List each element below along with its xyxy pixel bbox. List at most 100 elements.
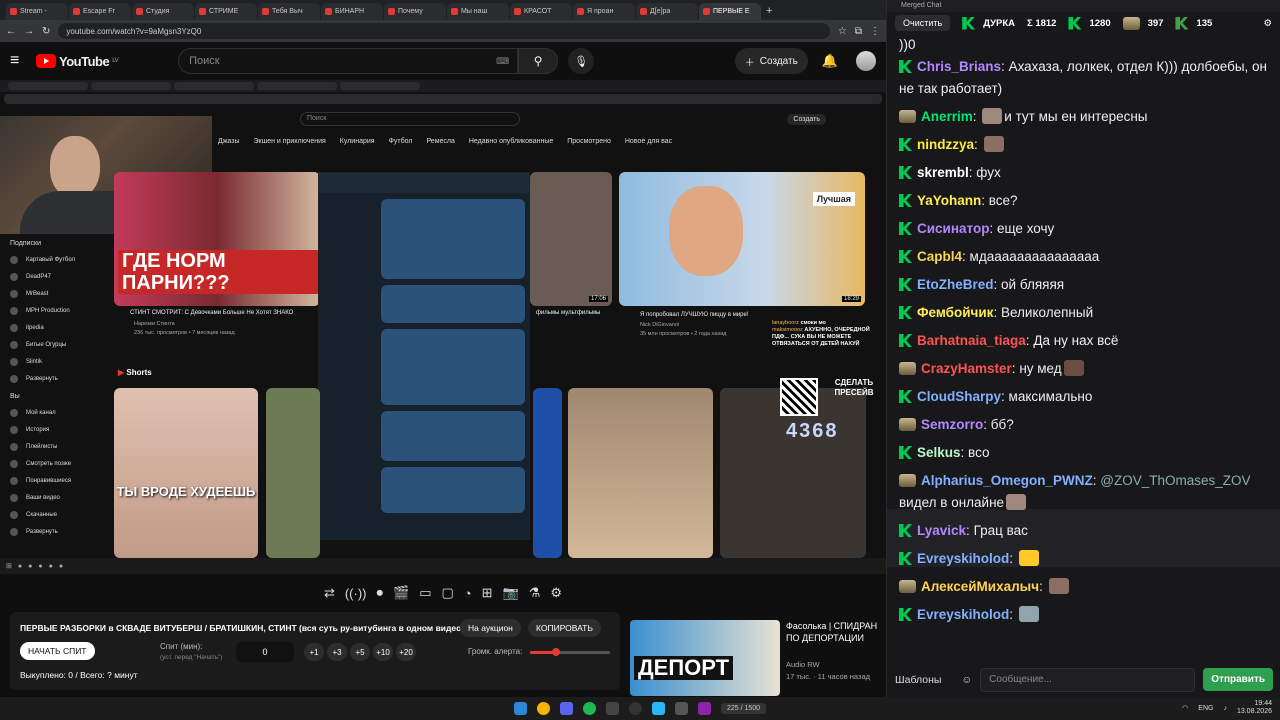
browser-tab[interactable]: Stream - bbox=[6, 3, 68, 20]
steam-icon[interactable] bbox=[605, 702, 619, 715]
avatar[interactable] bbox=[856, 51, 876, 71]
window-icon[interactable]: ▢ bbox=[441, 585, 453, 601]
chat-username: CrazyHamster bbox=[921, 361, 1012, 376]
clapper-icon[interactable]: 🎬 bbox=[393, 585, 409, 601]
sidebar-item-label: История bbox=[26, 426, 50, 433]
chat-message: skrembl: фух bbox=[899, 162, 1271, 184]
copy-button[interactable]: КОПИРОВАТЬ bbox=[528, 619, 601, 637]
obs-icon[interactable] bbox=[628, 702, 642, 715]
search-button[interactable]: ⚲ bbox=[518, 48, 559, 74]
volume-icon[interactable]: ♪ bbox=[1223, 705, 1227, 712]
message-input[interactable]: Сообщение... bbox=[980, 667, 1196, 692]
search-input[interactable]: Поиск ⌨ bbox=[178, 48, 519, 74]
increment-button[interactable]: +3 bbox=[327, 643, 347, 661]
stat-sub-value: 397 bbox=[1147, 17, 1164, 29]
create-button[interactable]: ＋ Создать bbox=[734, 48, 808, 74]
app-icon[interactable] bbox=[697, 702, 711, 715]
channel-avatar-icon bbox=[10, 289, 18, 298]
taskbar-app-icon: ● bbox=[38, 562, 43, 570]
gear-icon[interactable]: ⚙ bbox=[550, 585, 562, 601]
browser-tab[interactable]: КРАСОТ bbox=[510, 3, 572, 20]
browser-tab[interactable]: Тебя Выч bbox=[258, 3, 320, 20]
chat-username: Alpharius_Omegon_PWNZ bbox=[921, 473, 1093, 488]
system-tray: ◠ ENG ♪ 19:44 13.08.2026 bbox=[1182, 700, 1272, 716]
sidebar-item: Развернуть bbox=[0, 523, 110, 540]
tab-label: Почему bbox=[398, 8, 423, 15]
browser-tab[interactable]: Escape Fr bbox=[69, 3, 131, 20]
video-duration: 17:06 bbox=[588, 296, 608, 302]
start-button[interactable]: НАЧАТЬ СПИТ bbox=[20, 642, 95, 660]
chat-text: видел в онлайне bbox=[899, 495, 1005, 510]
settings-icon[interactable]: ⚙ bbox=[1263, 18, 1272, 29]
video-title: СТИНТ СМОТРИТ: С Девочками Больше Не Хот… bbox=[130, 310, 294, 316]
video-channel: Nick DiGiovanni bbox=[640, 322, 680, 328]
clock-date: 13.08.2026 bbox=[1236, 708, 1272, 715]
video-channel: Нарезки Стинта bbox=[134, 321, 175, 327]
browser-tab[interactable]: Студия bbox=[132, 3, 194, 20]
emote-icon bbox=[1063, 360, 1084, 376]
add-icon[interactable]: ⊞ bbox=[482, 585, 493, 601]
tab-favicon-icon bbox=[136, 8, 143, 15]
app-icon[interactable] bbox=[674, 702, 688, 715]
recommended-thumbnail[interactable]: ДЕПОРТ bbox=[630, 620, 780, 696]
browser-tab[interactable]: БИНАРН bbox=[321, 3, 383, 20]
lang-indicator[interactable]: ENG bbox=[1198, 705, 1213, 712]
tab-label: КРАСОТ bbox=[524, 8, 552, 15]
extensions-icon[interactable]: ⧉ bbox=[855, 26, 862, 37]
broadcast-icon[interactable]: ((·)) bbox=[345, 586, 367, 601]
youtube-logo[interactable]: YouTube LV bbox=[36, 54, 119, 69]
forward-icon[interactable]: → bbox=[24, 26, 34, 37]
keyboard-icon[interactable]: ⌨ bbox=[496, 56, 509, 67]
templates-button[interactable]: Шаблоны bbox=[895, 674, 941, 686]
emoji-icon[interactable]: ☺ bbox=[961, 674, 972, 686]
tab-label: Escape Fr bbox=[83, 8, 115, 15]
increment-button[interactable]: +1 bbox=[304, 643, 324, 661]
to-auction-button[interactable]: На аукцион bbox=[460, 619, 521, 637]
crop-icon[interactable]: ▭ bbox=[419, 585, 431, 601]
merged-chat-window: Merged Chat Очистить ДУРКА Σ 1812 1280 3… bbox=[886, 0, 1280, 697]
menu-icon[interactable]: ⋮ bbox=[870, 26, 880, 37]
clear-button[interactable]: Очистить bbox=[895, 15, 951, 31]
kick-icon bbox=[899, 446, 912, 459]
wifi-icon[interactable]: ◠ bbox=[1182, 704, 1188, 712]
clock[interactable]: 19:44 13.08.2026 bbox=[1237, 700, 1272, 716]
new-tab-icon[interactable]: + bbox=[766, 3, 772, 20]
send-button[interactable]: Отправить bbox=[1203, 668, 1273, 691]
camera-icon[interactable]: 📷 bbox=[503, 585, 519, 601]
hamburger-icon[interactable]: ≡ bbox=[10, 52, 36, 70]
discord-icon[interactable] bbox=[559, 702, 573, 715]
increment-button[interactable]: +10 bbox=[373, 643, 393, 661]
chat-message: CrazyHamster: ну мед bbox=[899, 358, 1271, 380]
url-field[interactable]: youtube.com/watch?v=9aMgsn3YzQ0 bbox=[58, 23, 830, 39]
chat-text: ну мед bbox=[1019, 361, 1062, 376]
chat-username: АлексейМихалыч bbox=[921, 579, 1040, 594]
browser-tab[interactable]: Я проан bbox=[573, 3, 635, 20]
telegram-message bbox=[381, 411, 525, 461]
telegram-icon[interactable] bbox=[651, 702, 665, 715]
volume-knob[interactable] bbox=[551, 648, 560, 656]
reload-icon[interactable]: ↻ bbox=[42, 26, 50, 37]
volume-slider[interactable] bbox=[530, 648, 610, 656]
bookmark-icon[interactable]: ☆ bbox=[838, 26, 847, 37]
browser-tab[interactable]: СТРИМЕ bbox=[195, 3, 257, 20]
flask-icon[interactable]: ⚗ bbox=[529, 585, 541, 601]
back-icon[interactable]: ← bbox=[6, 26, 16, 37]
recommended-video[interactable]: ДЕПОРТ Фасолька | СПИДРАН ПО ДЕПОРТАЦИИ … bbox=[630, 620, 880, 696]
start-icon[interactable] bbox=[513, 702, 527, 715]
spotify-icon[interactable] bbox=[582, 702, 596, 715]
recommended-title[interactable]: Фасолька | СПИДРАН ПО ДЕПОРТАЦИИ bbox=[786, 620, 880, 644]
gauge-icon[interactable]: ◔ bbox=[464, 586, 472, 601]
bell-icon[interactable]: 🔔 bbox=[822, 53, 838, 69]
increment-button[interactable]: +5 bbox=[350, 643, 370, 661]
time-input[interactable]: 0 bbox=[236, 642, 294, 662]
shuffle-icon[interactable]: ⇄ bbox=[324, 585, 335, 601]
increment-button[interactable]: +20 bbox=[396, 643, 416, 661]
browser-tab[interactable]: Почему bbox=[384, 3, 446, 20]
chat-username: Chris_Brians bbox=[917, 59, 1002, 74]
chrome-icon[interactable] bbox=[536, 702, 550, 715]
voice-search-button[interactable]: 🎙 bbox=[568, 48, 595, 74]
browser-tab[interactable]: ПЕРВЫЕ Е bbox=[699, 3, 761, 20]
record-icon[interactable]: ⏺ bbox=[377, 585, 384, 601]
browser-tab[interactable]: Мы наш bbox=[447, 3, 509, 20]
browser-tab[interactable]: Д[e]ра bbox=[636, 3, 698, 20]
